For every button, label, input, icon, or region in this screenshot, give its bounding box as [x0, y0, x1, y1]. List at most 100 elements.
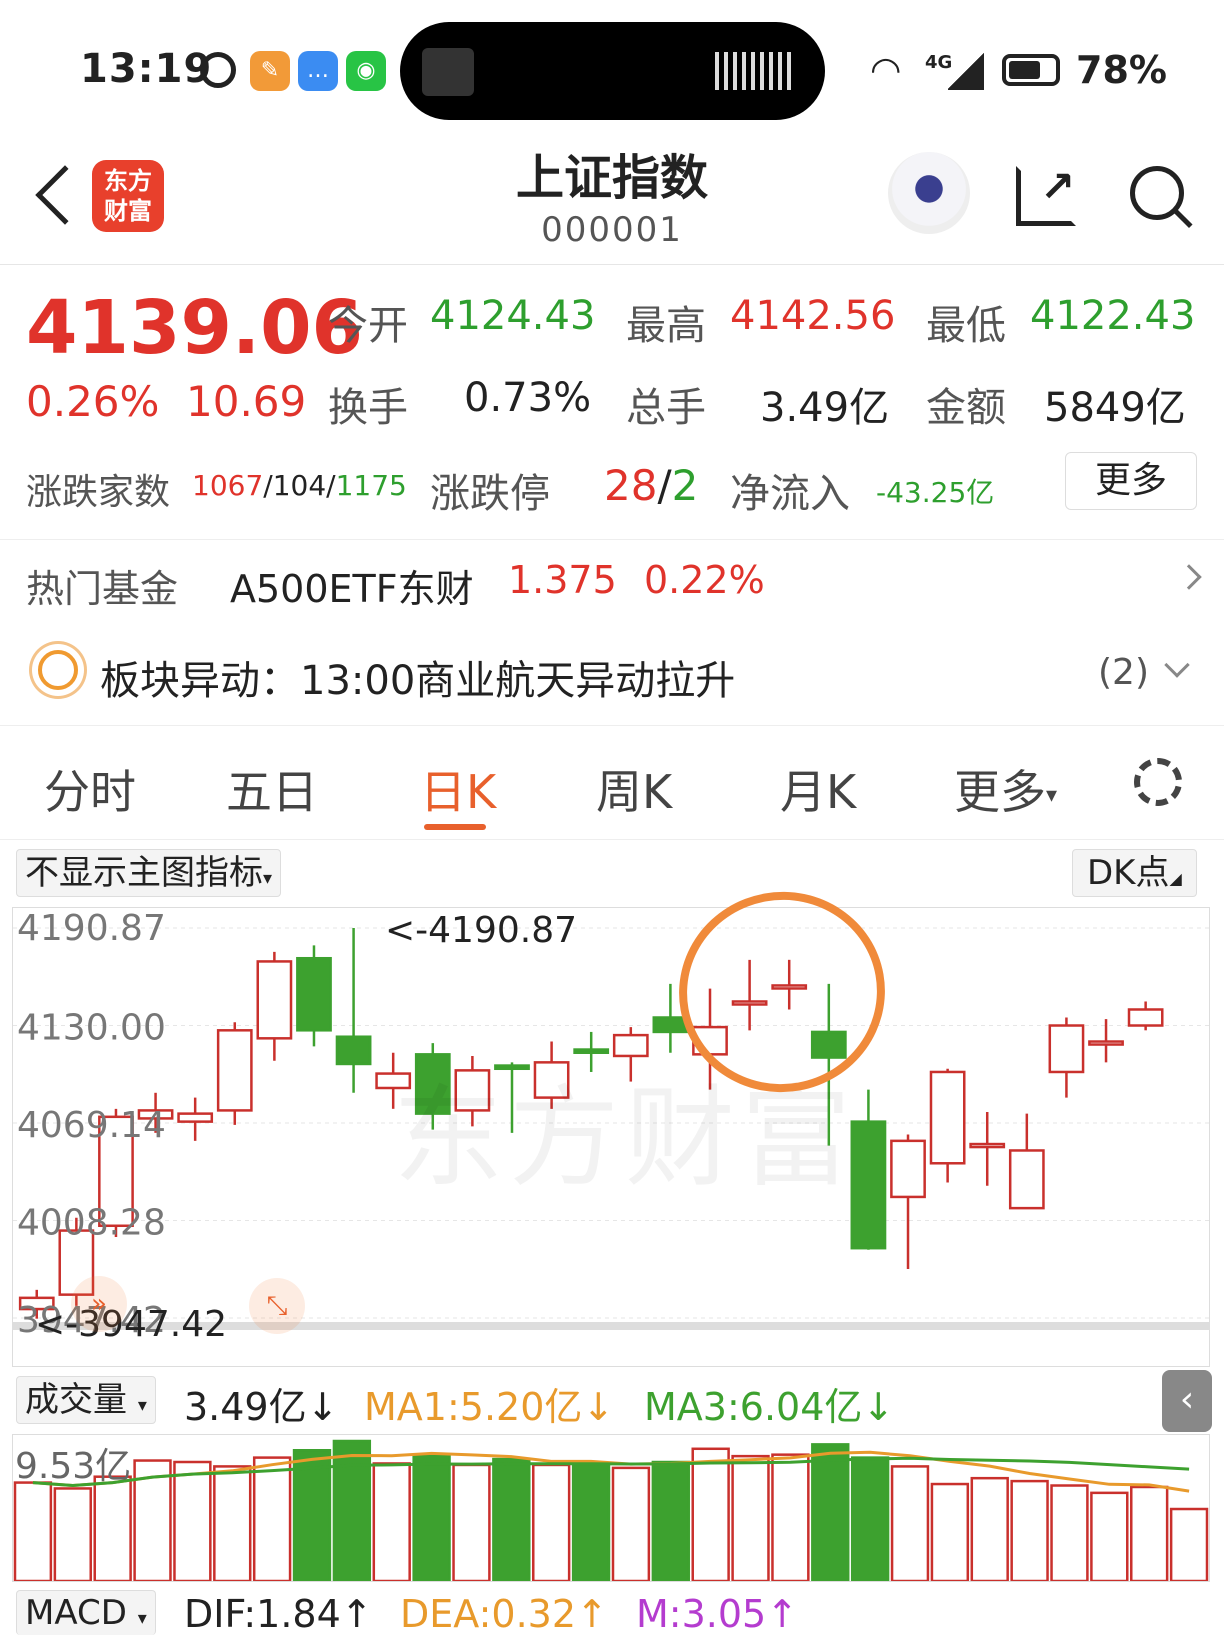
volume-bar [811, 1443, 850, 1583]
candle-body [335, 1035, 372, 1066]
volume-bar [1130, 1485, 1169, 1583]
volume-bar [850, 1456, 890, 1583]
dynamic-island [400, 22, 825, 120]
change-percent: 0.26% [26, 377, 160, 426]
volume-bar [13, 1481, 53, 1583]
min-price-label: <-3947.42 [35, 1304, 228, 1345]
tab-intraday[interactable]: 分时 [44, 756, 136, 822]
limit-down-count: 2 [671, 461, 699, 510]
turnover-value: 0.73% [464, 375, 592, 421]
turnover-label: 换手 [328, 385, 408, 431]
wifi-icon: ◠ [870, 50, 902, 91]
chevron-down-icon[interactable] [1164, 652, 1190, 678]
tab-more[interactable]: 更多▾ [954, 756, 1057, 822]
main-indicator-select[interactable]: 不显示主图指标▾ [16, 849, 282, 897]
volume-bar [532, 1463, 571, 1583]
kline-chart[interactable]: 4190.87 4130.00 4069.14 4008.28 3947.42 东方财富… [12, 875, 1210, 1367]
candle-body [1088, 1040, 1124, 1046]
volume-bar [1169, 1507, 1209, 1583]
candle-body [177, 1112, 214, 1123]
volume-ma3-label: MA3:6.04亿↓ [644, 1385, 895, 1429]
period-tabs: 分时 五日 日K 周K 月K 更多▾ [0, 725, 1224, 840]
fund-name: A500ETF东财 [230, 567, 474, 611]
volume-bar [611, 1466, 651, 1583]
candle-body [1048, 1024, 1085, 1074]
hot-fund-row[interactable]: 热门基金 A500ETF东财 1.375 0.22% [0, 540, 1224, 620]
candle-body [969, 1142, 1006, 1149]
flat-count: 104 [272, 469, 327, 502]
candle-body [1008, 1149, 1045, 1210]
active-tab-indicator [424, 824, 486, 830]
volume-bar [372, 1462, 411, 1583]
tab-monthly-k[interactable]: 月K [780, 756, 856, 822]
collapse-side-button[interactable]: ‹ [1162, 1370, 1212, 1432]
expand-left-icon[interactable]: » [71, 1276, 127, 1332]
volume-value-label: 3.49亿↓ [184, 1385, 339, 1429]
up-count: 1067 [192, 469, 264, 502]
macd-indicator-select[interactable]: MACD ▾ [16, 1590, 156, 1635]
sector-alert-row[interactable]: 板块异动：13:00商业航天异动拉升 (2) [0, 630, 1224, 720]
fund-label: 热门基金 [26, 567, 179, 611]
down-count: 1175 [335, 469, 407, 502]
volume-svg [13, 1439, 1209, 1583]
volume-bar [1050, 1484, 1089, 1583]
volume-bar [332, 1439, 372, 1583]
macd-dif: DIF:1.84↑ [184, 1592, 373, 1636]
volume-bar [53, 1487, 92, 1583]
status-bar: 13:19 ✎ … ◉ ◠ 4G 78% [0, 0, 1224, 130]
volume-bar [731, 1454, 770, 1583]
low-label: 最低 [926, 303, 1006, 349]
fund-percent: 0.22% [644, 558, 765, 602]
volume-indicator-select[interactable]: 成交量 ▾ [16, 1376, 156, 1424]
fullscreen-icon[interactable]: ⤡ [249, 1278, 305, 1334]
breadth-label: 涨跌家数 [26, 472, 171, 513]
candle-body [296, 956, 332, 1032]
fund-price: 1.375 [508, 558, 617, 602]
tab-five-day[interactable]: 五日 [226, 756, 318, 822]
dk-point-button[interactable]: DK点◢ [1072, 849, 1197, 897]
macd-m: M:3.05↑ [636, 1592, 799, 1636]
audio-wave-icon [715, 52, 795, 90]
change-amount: 10.69 [186, 377, 307, 426]
battery-percent: 78% [1076, 48, 1167, 92]
settings-gear-icon[interactable] [1134, 758, 1182, 806]
signal-icon [948, 52, 984, 90]
inflow-label: 净流入 [730, 471, 850, 517]
volume-bar [492, 1457, 531, 1583]
volume-max-label: 9.53亿 [15, 1446, 132, 1487]
volume-bar [691, 1447, 730, 1583]
breadth-values: 1067/104/1175 [192, 469, 407, 502]
volume-bar [651, 1460, 690, 1583]
volume-bar [571, 1462, 611, 1583]
volume-bar [1090, 1491, 1129, 1583]
volume-bar [412, 1453, 451, 1583]
volume-bar [890, 1465, 930, 1583]
candle-body [929, 1070, 966, 1165]
tab-daily-k[interactable]: 日K [420, 756, 496, 822]
limit-up-count: 28 [604, 461, 658, 510]
chevron-right-icon [1176, 564, 1202, 590]
volume-chart[interactable]: 9.53亿 [12, 1434, 1210, 1583]
amount-label: 金额 [926, 385, 1006, 431]
volume-bar [93, 1475, 132, 1583]
volume-bar [213, 1465, 252, 1583]
message-icon: … [298, 51, 338, 91]
inflow-value: -43.25亿 [876, 476, 995, 509]
high-label: 最高 [626, 303, 706, 349]
y-tick-label: 4190.87 [17, 908, 166, 949]
max-price-label: <-4190.87 [385, 910, 578, 951]
share-arrow-icon: ↗ [1040, 162, 1076, 211]
more-button[interactable]: 更多 [1065, 452, 1197, 510]
robot-assistant-icon[interactable] [888, 152, 970, 234]
high-value: 4142.56 [730, 293, 896, 339]
open-label: 今开 [328, 303, 408, 349]
volume-bar [173, 1460, 212, 1583]
tab-weekly-k[interactable]: 周K [596, 756, 672, 822]
app-notification-icon: ✎ [250, 51, 290, 91]
volume-bar [930, 1482, 970, 1583]
alert-count: (2) [1098, 652, 1149, 693]
last-price: 4139.06 [26, 285, 364, 371]
low-value: 4122.43 [1030, 293, 1196, 339]
volume-bar [970, 1476, 1009, 1583]
candle-body [890, 1139, 926, 1199]
